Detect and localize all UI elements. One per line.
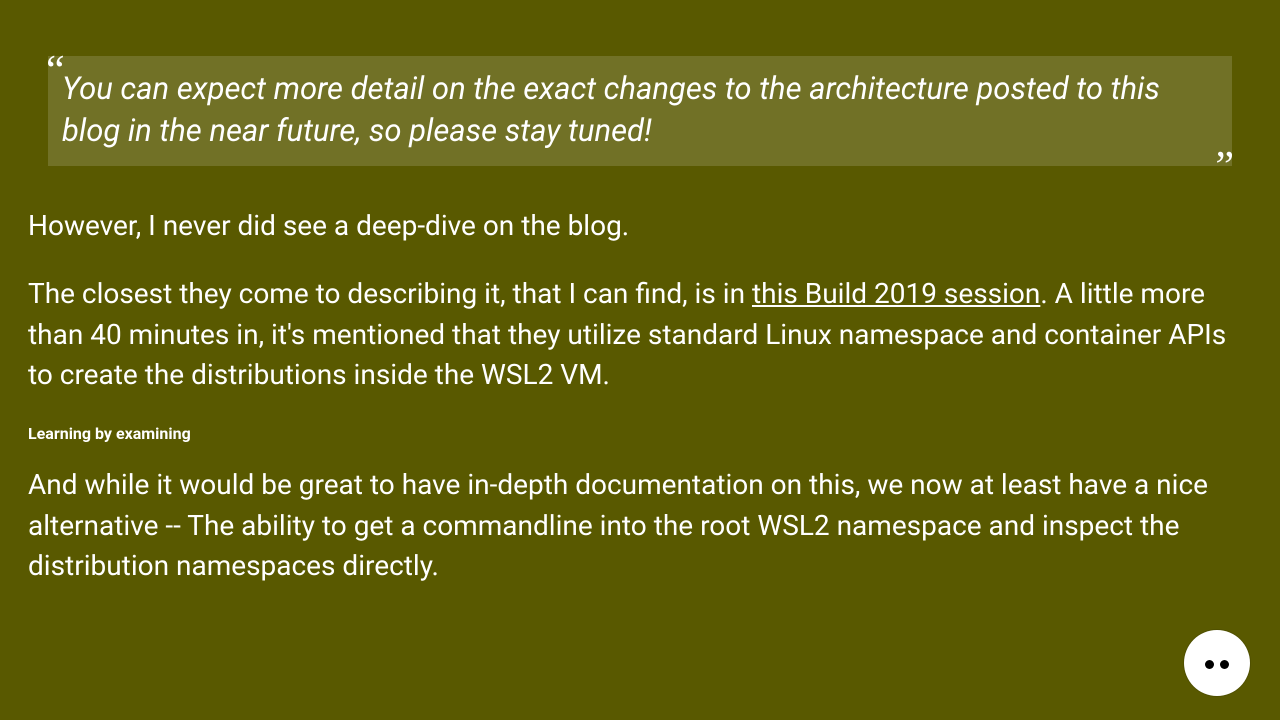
- blockquote-box: You can expect more detail on the exact …: [48, 56, 1232, 166]
- blockquote-text: You can expect more detail on the exact …: [62, 68, 1218, 152]
- paragraph-2: The closest they come to describing it, …: [28, 274, 1252, 396]
- article-content: “ You can expect more detail on the exac…: [0, 0, 1280, 587]
- paragraph-3: And while it would be great to have in-d…: [28, 465, 1252, 587]
- build-2019-link[interactable]: this Build 2019 session: [752, 277, 1040, 310]
- paragraph-1: However, I never did see a deep-dive on …: [28, 206, 1252, 247]
- quote-close-icon: ”: [1215, 146, 1234, 188]
- avatar-face-icon: [1205, 660, 1229, 670]
- paragraph-2-pre: The closest they come to describing it, …: [28, 277, 752, 310]
- avatar[interactable]: [1184, 630, 1250, 696]
- blockquote: “ You can expect more detail on the exac…: [48, 56, 1232, 166]
- quote-open-icon: “: [46, 50, 65, 92]
- subheading: Learning by examining: [28, 424, 1252, 443]
